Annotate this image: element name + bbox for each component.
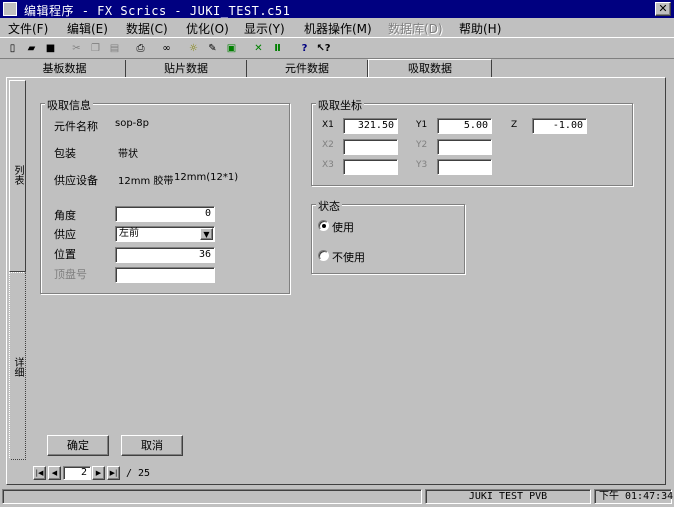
supply-select[interactable]: 左前 ▼ bbox=[115, 226, 215, 242]
unused-radio-label[interactable]: 不使用 bbox=[332, 249, 365, 265]
context-help-icon[interactable]: ↖? bbox=[315, 40, 332, 57]
new-file-icon[interactable]: ▯ bbox=[4, 40, 21, 57]
toolbar: ▯ ▰ ■ ✂ ❐ ▤ ⎙ ∞ ☼ ✎ ▣ ✕ Ⅱ ? ↖? bbox=[0, 37, 674, 59]
ok-button[interactable]: 确定 bbox=[47, 435, 109, 456]
transfer-icon[interactable]: ▣ bbox=[223, 40, 240, 57]
component-icon[interactable]: ✎ bbox=[204, 40, 221, 57]
status-group-title: 状态 bbox=[316, 198, 342, 214]
angle-field[interactable]: 0 bbox=[115, 206, 215, 222]
status-time: 下午 01:47:34 bbox=[594, 489, 673, 504]
status-machine: JUKI TEST PVB bbox=[425, 489, 591, 504]
package-label: 包装 bbox=[54, 147, 76, 160]
align-icon[interactable]: ✕ bbox=[250, 40, 267, 57]
page-total: / 25 bbox=[126, 468, 151, 479]
open-folder-icon[interactable]: ▰ bbox=[23, 40, 40, 57]
tray-label: 顶盘号 bbox=[54, 268, 87, 281]
side-tab-detail[interactable]: 详细 bbox=[9, 272, 26, 460]
tab-board-data[interactable]: 基板数据 bbox=[4, 60, 126, 77]
x1-label: X1 bbox=[322, 120, 334, 130]
copy-icon[interactable]: ❐ bbox=[87, 40, 104, 57]
y3-label: Y3 bbox=[416, 160, 428, 170]
chevron-down-icon[interactable]: ▼ bbox=[200, 228, 213, 240]
menu-data[interactable]: 数据(C) bbox=[126, 20, 168, 37]
z-field[interactable]: -1.00 bbox=[532, 118, 587, 134]
part-name-value: sop-8p bbox=[115, 118, 149, 129]
save-icon[interactable]: ■ bbox=[42, 40, 59, 57]
side-tab-list[interactable]: 列表 bbox=[9, 80, 26, 272]
last-page-button[interactable]: ▶| bbox=[107, 466, 120, 480]
find-icon[interactable]: ∞ bbox=[158, 40, 175, 57]
page-number-field[interactable]: 2 bbox=[63, 466, 91, 480]
print-icon[interactable]: ⎙ bbox=[132, 40, 149, 57]
first-page-button[interactable]: |◀ bbox=[33, 466, 46, 480]
feeder-value-2: 12mm(12*1) bbox=[174, 172, 239, 183]
title-bar: 编辑程序 - FX Scrics - JUKI_TEST.c51 ✕ bbox=[0, 0, 674, 18]
cut-icon[interactable]: ✂ bbox=[68, 40, 85, 57]
menu-edit[interactable]: 编辑(E) bbox=[67, 20, 108, 37]
feeder-value-1: 12mm 胶带 bbox=[118, 176, 174, 187]
use-radio[interactable] bbox=[318, 220, 329, 231]
app-icon bbox=[3, 2, 17, 16]
menu-database[interactable]: 数据库(D) bbox=[388, 20, 443, 37]
pick-coords-title: 吸取坐标 bbox=[316, 97, 364, 113]
y2-field[interactable] bbox=[437, 139, 492, 155]
y3-field[interactable] bbox=[437, 159, 492, 175]
paste-icon[interactable]: ▤ bbox=[106, 40, 123, 57]
side-tab-detail-label: 详细 bbox=[12, 357, 23, 377]
y2-label: Y2 bbox=[416, 140, 428, 150]
package-value: 带状 bbox=[118, 149, 138, 160]
x3-field[interactable] bbox=[343, 159, 398, 175]
cancel-button[interactable]: 取消 bbox=[121, 435, 183, 456]
x3-label: X3 bbox=[322, 160, 334, 170]
menu-file[interactable]: 文件(F) bbox=[8, 20, 48, 37]
y1-label: Y1 bbox=[416, 120, 428, 130]
menu-bar: 文件(F) 编辑(E) 数据(C) 优化(O) 显示(Y) 机器操作(M) 数据… bbox=[0, 18, 674, 37]
y1-field[interactable]: 5.00 bbox=[437, 118, 492, 134]
tab-part-data[interactable]: 元件数据 bbox=[247, 60, 368, 77]
supply-select-value: 左前 bbox=[119, 228, 139, 239]
tray-field[interactable] bbox=[115, 267, 215, 283]
tab-pick-data[interactable]: 吸取数据 bbox=[368, 59, 492, 78]
next-page-button[interactable]: ▶ bbox=[92, 466, 105, 480]
menu-help[interactable]: 帮助(H) bbox=[459, 20, 501, 37]
z-label: Z bbox=[511, 120, 518, 130]
use-radio-label[interactable]: 使用 bbox=[332, 219, 354, 235]
menu-display[interactable]: 显示(Y) bbox=[244, 20, 285, 37]
x2-field[interactable] bbox=[343, 139, 398, 155]
prev-page-button[interactable]: ◀ bbox=[48, 466, 61, 480]
help-icon[interactable]: ? bbox=[296, 40, 313, 57]
menu-optimize[interactable]: 优化(O) bbox=[186, 20, 229, 37]
x2-label: X2 bbox=[322, 140, 334, 150]
status-message bbox=[2, 489, 422, 504]
unused-radio[interactable] bbox=[318, 250, 329, 261]
tab-mount-data[interactable]: 贴片数据 bbox=[126, 60, 247, 77]
side-tab-list-label: 列表 bbox=[12, 165, 23, 185]
angle-label: 角度 bbox=[54, 209, 76, 222]
menu-machine[interactable]: 机器操作(M) bbox=[304, 20, 372, 37]
frame-icon[interactable]: Ⅱ bbox=[269, 40, 286, 57]
light-icon[interactable]: ☼ bbox=[185, 40, 202, 57]
supply-label: 供应 bbox=[54, 228, 76, 241]
position-label: 位置 bbox=[54, 248, 76, 261]
close-icon[interactable]: ✕ bbox=[655, 2, 671, 16]
part-name-label: 元件名称 bbox=[54, 120, 98, 133]
pick-info-title: 吸取信息 bbox=[45, 97, 93, 113]
x1-field[interactable]: 321.50 bbox=[343, 118, 398, 134]
radio-dot bbox=[322, 224, 326, 228]
feeder-label: 供应设备 bbox=[54, 174, 98, 187]
position-field[interactable]: 36 bbox=[115, 247, 215, 263]
window-title: 编辑程序 - FX Scrics - JUKI_TEST.c51 bbox=[24, 4, 291, 18]
